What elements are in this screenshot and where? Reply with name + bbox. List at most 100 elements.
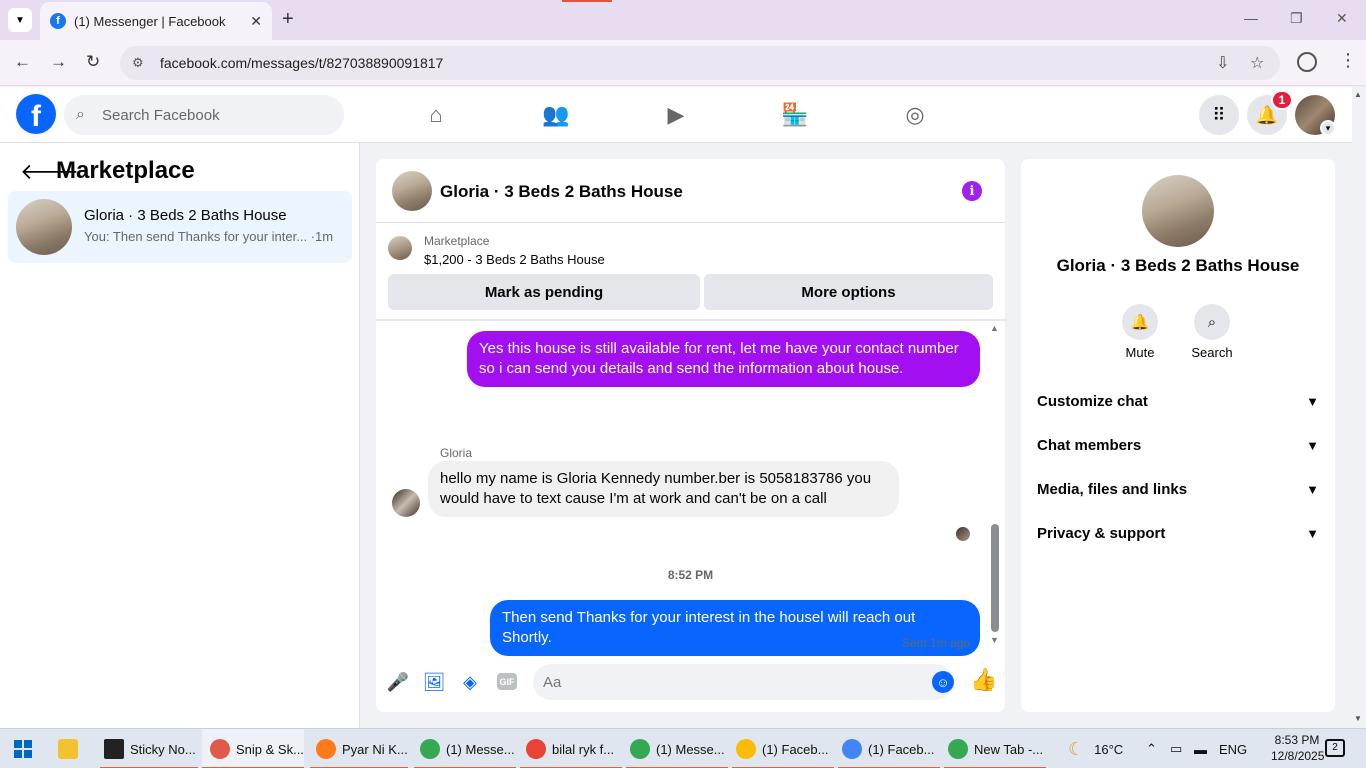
media-files-links-section[interactable]: Media, files and links ▼ [1037, 469, 1319, 509]
notification-center-icon[interactable]: 2 [1325, 739, 1345, 757]
info-icon[interactable]: i [962, 181, 982, 201]
restore-icon[interactable]: ❐ [1290, 10, 1303, 27]
taskbar-label: Sticky No... [130, 741, 196, 757]
forward-arrow-icon[interactable]: → [50, 52, 67, 72]
search-in-chat-button[interactable]: ⌕ Search [1184, 304, 1240, 360]
message-sender-name: Gloria [440, 446, 473, 460]
details-name: Gloria · 3 Beds 2 Baths House [1056, 256, 1300, 275]
mark-as-pending-button[interactable]: Mark as pending [388, 274, 700, 310]
tab-search-button[interactable]: ▼ [8, 8, 32, 32]
battery-icon[interactable]: ▬ [1194, 729, 1207, 768]
file-explorer-icon[interactable] [58, 729, 88, 768]
search-placeholder: Search Facebook [102, 106, 220, 124]
taskbar-item[interactable]: (1) Messe... [414, 729, 516, 768]
notification-badge: 1 [1271, 90, 1293, 110]
gif-icon[interactable]: GIF [497, 673, 517, 690]
moon-icon: ☾ [1068, 738, 1085, 759]
conversation-details-panel: Gloria · 3 Beds 2 Baths House 🔔 Mute ⌕ S… [1021, 159, 1335, 712]
profile-icon[interactable] [1297, 52, 1317, 72]
chat-title[interactable]: Gloria · 3 Beds 2 Baths House [440, 182, 683, 202]
sender-avatar[interactable] [392, 489, 420, 517]
conversation-item[interactable]: Gloria · 3 Beds 2 Baths House You: Then … [8, 191, 352, 263]
groups-icon[interactable]: ◎ [901, 101, 929, 129]
taskbar-item[interactable]: (1) Faceb... [838, 729, 940, 768]
show-hidden-icons-icon[interactable]: ⌃ [1146, 729, 1157, 768]
details-avatar[interactable] [1142, 175, 1214, 247]
photo-icon[interactable]: 🖼 [422, 670, 446, 694]
marketplace-listing-strip: Marketplace $1,200 - 3 Beds 2 Baths Hous… [376, 223, 1005, 321]
conversation-list-panel: 🡐 Marketplace Gloria · 3 Beds 2 Baths Ho… [0, 143, 360, 728]
chrome-icon [526, 739, 546, 759]
mute-button[interactable]: 🔔 Mute [1112, 304, 1168, 360]
minimize-icon[interactable]: — [1244, 10, 1258, 26]
close-tab-icon[interactable]: ✕ [250, 13, 262, 30]
thumbs-up-icon[interactable]: 👍 [970, 667, 997, 693]
sticker-icon[interactable]: ◈ [458, 670, 482, 694]
taskbar-item[interactable]: (1) Messe... [626, 729, 728, 768]
seen-indicator-avatar [956, 527, 970, 541]
install-app-icon[interactable]: ⇩ [1216, 53, 1229, 73]
firefox-icon [316, 739, 336, 759]
emoji-icon[interactable]: ☺ [932, 671, 954, 693]
taskbar-item[interactable]: bilal ryk f... [520, 729, 622, 768]
account-chevron-icon[interactable]: ▾ [1320, 120, 1336, 136]
weather-widget[interactable]: ☾ 16°C [1068, 729, 1123, 768]
close-window-icon[interactable]: ✕ [1336, 10, 1348, 27]
chevron-down-icon: ▼ [1306, 481, 1319, 497]
scroll-up-arrow-icon[interactable]: ▲ [990, 323, 999, 333]
folder-icon [58, 739, 78, 759]
microphone-icon[interactable]: 🎤 [386, 670, 410, 694]
message-bubble-outgoing[interactable]: Yes this house is still available for re… [467, 331, 980, 387]
taskbar-item[interactable]: Sticky No... [100, 729, 198, 768]
taskbar-item[interactable]: (1) Faceb... [732, 729, 834, 768]
message-input[interactable] [533, 664, 953, 700]
browser-tab-messenger[interactable]: f (1) Messenger | Facebook ✕ [40, 2, 272, 40]
facebook-favicon-icon: f [50, 13, 66, 29]
network-icon[interactable]: ▭ [1170, 729, 1182, 768]
facebook-search-input[interactable]: ⌕ Search Facebook [64, 95, 344, 135]
chat-avatar[interactable] [392, 171, 432, 211]
page-scroll-down-icon[interactable]: ▼ [1354, 714, 1362, 723]
tab-title: (1) Messenger | Facebook [74, 13, 226, 29]
address-bar[interactable]: ⚙ facebook.com/messages/t/82703889009181… [120, 46, 1280, 80]
system-clock[interactable]: 8:53 PM 12/8/2025 [1271, 732, 1324, 764]
search-icon: ⌕ [1194, 304, 1230, 340]
taskbar-item[interactable]: New Tab -... [944, 729, 1046, 768]
listing-thumbnail[interactable] [388, 236, 412, 260]
scroll-down-arrow-icon[interactable]: ▼ [990, 635, 999, 645]
bookmark-star-icon[interactable]: ☆ [1250, 53, 1264, 73]
scrollbar-thumb[interactable] [991, 524, 999, 632]
language-indicator[interactable]: ENG [1219, 729, 1247, 768]
chevron-down-icon: ▼ [1306, 525, 1319, 541]
page-scroll-up-icon[interactable]: ▲ [1354, 90, 1362, 99]
new-tab-button[interactable]: + [282, 8, 294, 30]
facebook-logo-icon[interactable]: f [16, 94, 56, 134]
browser-menu-icon[interactable]: ⋮ [1339, 50, 1357, 71]
browser-tab-bar: ▼ f (1) Messenger | Facebook ✕ + — ❐ ✕ [0, 0, 1366, 40]
taskbar-item[interactable]: Pyar Ni K... [310, 729, 408, 768]
windows-start-icon[interactable] [14, 740, 32, 758]
taskbar-label: (1) Messe... [446, 741, 515, 757]
section-label: Media, files and links [1037, 480, 1188, 498]
customize-chat-section[interactable]: Customize chat ▼ [1037, 381, 1319, 421]
chrome-icon [630, 739, 650, 759]
facebook-header: f ⌕ Search Facebook ⌂ 👥 ▶ 🏪 ◎ ⠿ 🔔 [0, 87, 1352, 143]
message-bubble-incoming[interactable]: hello my name is Gloria Kennedy number.b… [428, 461, 899, 517]
windows-taskbar: Sticky No... Snip & Sk... Pyar Ni K... (… [0, 728, 1366, 768]
friends-icon[interactable]: 👥 [542, 101, 570, 129]
listing-title[interactable]: $1,200 - 3 Beds 2 Baths House [424, 252, 605, 267]
chat-members-section[interactable]: Chat members ▼ [1037, 425, 1319, 465]
site-info-icon[interactable]: ⚙ [132, 55, 148, 71]
menu-grid-icon[interactable]: ⠿ [1199, 95, 1239, 135]
panel-title: Marketplace [56, 157, 195, 184]
back-arrow-icon[interactable]: ← [14, 52, 31, 72]
more-options-button[interactable]: More options [704, 274, 993, 310]
bell-icon: 🔔 [1122, 304, 1158, 340]
home-icon[interactable]: ⌂ [422, 101, 450, 129]
privacy-support-section[interactable]: Privacy & support ▼ [1037, 513, 1319, 553]
taskbar-item[interactable]: Snip & Sk... [202, 729, 304, 768]
video-icon[interactable]: ▶ [662, 101, 690, 129]
sent-status: Sent 1m ago [902, 636, 971, 650]
reload-icon[interactable]: ↻ [86, 52, 100, 72]
marketplace-icon[interactable]: 🏪 [781, 101, 809, 129]
